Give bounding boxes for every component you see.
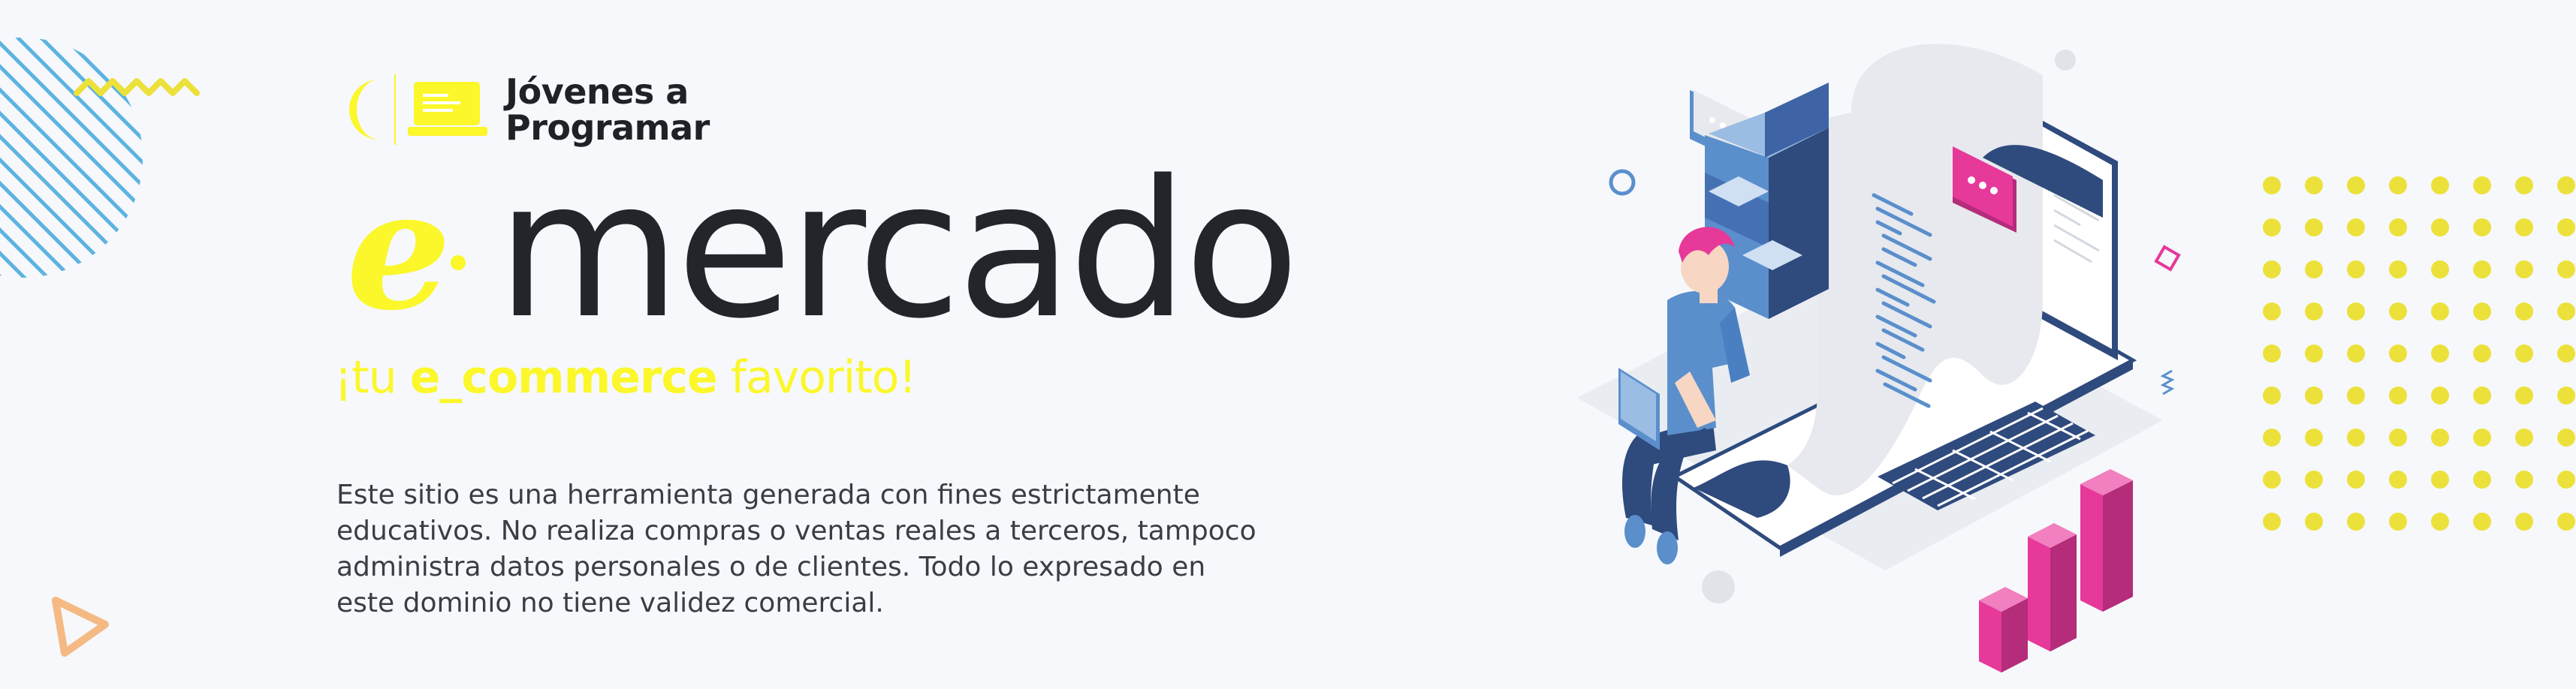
disclaimer-line: Este sitio es una herramienta generada c… bbox=[336, 480, 1200, 510]
disclaimer-line: educativos. No realiza compras o ventas … bbox=[336, 516, 1256, 546]
zigzag-decoration bbox=[74, 78, 200, 96]
e-logo-mark: e bbox=[346, 161, 466, 334]
tagline-end: favorito! bbox=[716, 351, 917, 404]
dot-grid-decoration bbox=[2263, 176, 2575, 531]
brand-logo[interactable]: Jóvenes a Programar bbox=[342, 74, 710, 146]
tagline-start: ¡tu bbox=[334, 351, 410, 404]
disclaimer-line: este dominio no tiene validez comercial. bbox=[336, 588, 884, 618]
hero-title: e mercado bbox=[342, 140, 1300, 360]
triangle-decoration bbox=[52, 597, 109, 657]
disclaimer-line: administra datos personales o de cliente… bbox=[336, 552, 1206, 582]
logo-laptop-icon bbox=[408, 82, 487, 136]
striped-circle-decoration bbox=[0, 38, 143, 278]
logo-moon-icon bbox=[349, 80, 379, 140]
brand-name-line1: Jóvenes a bbox=[505, 71, 689, 112]
brand-name: Jóvenes a Programar bbox=[505, 74, 710, 146]
disclaimer-text: Este sitio es una herramienta generada c… bbox=[336, 477, 1313, 621]
tagline: ¡tu e_commerce favorito! bbox=[334, 351, 917, 404]
logo-divider bbox=[394, 74, 396, 145]
hero-illustration bbox=[1577, 44, 2181, 672]
e-logo-letter: e bbox=[346, 161, 451, 334]
page-title: mercado bbox=[496, 140, 1300, 360]
tagline-bold: e_commerce bbox=[409, 351, 718, 404]
